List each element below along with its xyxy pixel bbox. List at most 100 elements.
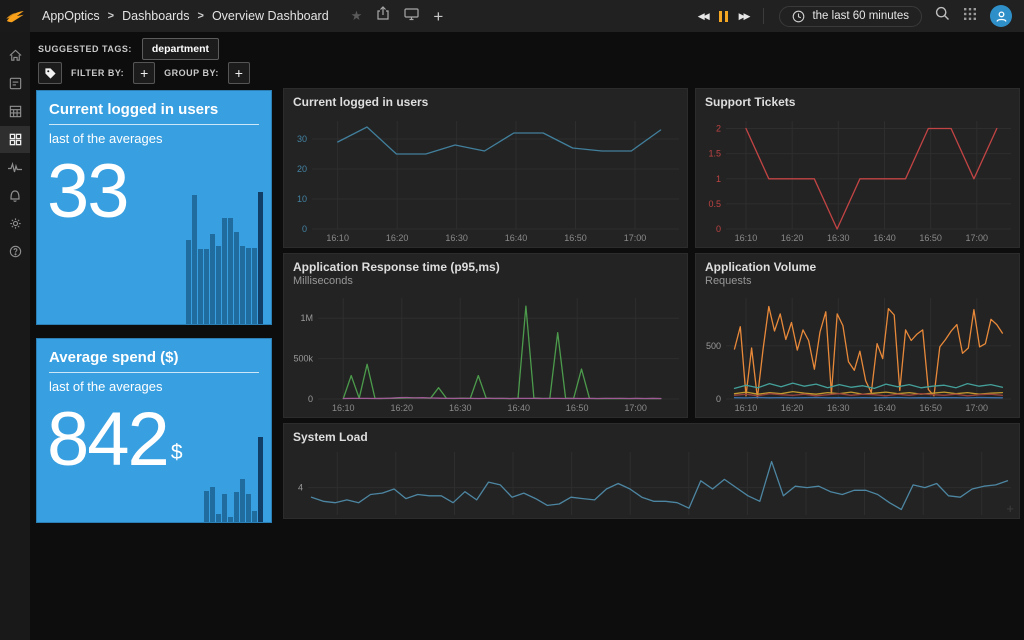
add-group-button[interactable]: + bbox=[227, 62, 250, 84]
search-icon[interactable] bbox=[935, 6, 950, 26]
tag-chip-department[interactable]: department bbox=[141, 38, 220, 60]
chart-title: Application Volume bbox=[705, 260, 817, 274]
svg-text:0: 0 bbox=[308, 394, 313, 404]
sidebar-item-dashboards[interactable] bbox=[0, 126, 30, 153]
svg-text:16:40: 16:40 bbox=[507, 403, 530, 413]
stat-tile-value: 842 $ bbox=[47, 397, 183, 482]
svg-text:16:20: 16:20 bbox=[781, 233, 804, 243]
add-chart-icon[interactable]: + bbox=[433, 8, 443, 25]
breadcrumb-separator: > bbox=[107, 10, 115, 22]
svg-text:16:50: 16:50 bbox=[919, 233, 942, 243]
time-range-label: the last 60 minutes bbox=[812, 10, 909, 22]
left-sidebar bbox=[0, 32, 30, 640]
svg-text:16:40: 16:40 bbox=[873, 233, 896, 243]
activity-pulse-icon bbox=[8, 161, 22, 172]
breadcrumb-current-page[interactable]: Overview Dashboard bbox=[212, 9, 329, 23]
stat-tile-unit: $ bbox=[170, 441, 183, 464]
sidebar-item-services[interactable] bbox=[0, 154, 30, 181]
chart-subtitle: Milliseconds bbox=[293, 275, 353, 287]
sidebar-item-metrics[interactable] bbox=[0, 98, 30, 125]
svg-text:16:10: 16:10 bbox=[326, 233, 349, 243]
svg-text:16:50: 16:50 bbox=[919, 403, 942, 413]
svg-text:17:00: 17:00 bbox=[966, 233, 989, 243]
home-icon bbox=[8, 49, 22, 61]
sidebar-item-settings[interactable] bbox=[0, 210, 30, 237]
chart-title: Application Response time (p95,ms) bbox=[293, 260, 500, 274]
svg-text:16:30: 16:30 bbox=[445, 233, 468, 243]
svg-text:16:20: 16:20 bbox=[386, 233, 409, 243]
filter-by-label: FILTER BY: bbox=[71, 68, 125, 78]
svg-text:16:50: 16:50 bbox=[564, 233, 587, 243]
svg-text:17:00: 17:00 bbox=[624, 233, 647, 243]
breadcrumb-separator: > bbox=[197, 10, 204, 22]
sidebar-item-help[interactable] bbox=[0, 238, 30, 265]
group-by-label: GROUP BY: bbox=[164, 68, 219, 78]
chart-panel-system-load: System Load 4 + bbox=[283, 423, 1020, 519]
filter-bar: FILTER BY: + GROUP BY: + bbox=[38, 62, 250, 84]
divider bbox=[763, 8, 765, 24]
svg-text:17:00: 17:00 bbox=[966, 403, 989, 413]
solarwinds-logo-icon[interactable] bbox=[0, 0, 30, 32]
stat-tile-sparkbars bbox=[204, 422, 263, 522]
svg-text:16:30: 16:30 bbox=[827, 233, 850, 243]
chart-title: Current logged in users bbox=[293, 95, 429, 109]
stat-tile-subtitle: last of the averages bbox=[49, 131, 163, 146]
chart-panel-support-tickets: Support Tickets 16:10 16:20 16:30 16:40 16:5… bbox=[695, 88, 1020, 248]
chart-title: System Load bbox=[293, 430, 368, 444]
add-filter-button[interactable]: + bbox=[133, 62, 156, 84]
svg-text:16:30: 16:30 bbox=[449, 403, 472, 413]
pause-icon[interactable] bbox=[718, 10, 728, 22]
chart-canvas[interactable]: 16:10 16:20 16:30 16:40 16:50 17:00 0 500 bbox=[696, 292, 1019, 417]
chart-panel-application-volume: Application Volume Requests 16:10 16:20 16… bbox=[695, 253, 1020, 418]
chart-panel-response-time: Application Response time (p95,ms) Milli… bbox=[283, 253, 688, 418]
svg-text:17:00: 17:00 bbox=[624, 403, 647, 413]
time-range-selector[interactable]: the last 60 minutes bbox=[779, 5, 922, 27]
bell-icon bbox=[10, 190, 20, 202]
chart-subtitle: Requests bbox=[705, 275, 752, 287]
stat-tile-average-spend[interactable]: Average spend ($) last of the averages 8… bbox=[36, 338, 272, 523]
fast-forward-icon[interactable]: ▶▶ bbox=[739, 11, 751, 22]
svg-text:16:20: 16:20 bbox=[390, 403, 413, 413]
svg-text:16:10: 16:10 bbox=[735, 403, 758, 413]
dashboard-icon bbox=[9, 133, 21, 146]
svg-text:0: 0 bbox=[302, 224, 307, 234]
svg-text:1: 1 bbox=[716, 174, 721, 184]
sidebar-item-home[interactable] bbox=[0, 42, 30, 69]
user-avatar[interactable] bbox=[990, 5, 1012, 27]
chart-canvas[interactable]: 16:10 16:20 16:30 16:40 16:50 17:00 0 500k 1M bbox=[284, 292, 687, 417]
svg-text:0: 0 bbox=[716, 224, 721, 234]
svg-text:16:40: 16:40 bbox=[873, 403, 896, 413]
sidebar-item-alerts[interactable] bbox=[0, 182, 30, 209]
person-icon bbox=[996, 10, 1006, 22]
report-icon bbox=[9, 77, 21, 90]
help-icon bbox=[9, 245, 21, 258]
display-mode-icon[interactable] bbox=[404, 7, 419, 26]
svg-text:1.5: 1.5 bbox=[708, 149, 721, 159]
tag-button[interactable] bbox=[38, 62, 62, 84]
stat-tile-sparkbars bbox=[186, 188, 263, 324]
svg-text:4: 4 bbox=[298, 483, 303, 493]
rewind-icon[interactable]: ◀◀ bbox=[698, 11, 710, 22]
stat-tile-logged-in-users[interactable]: Current logged in users last of the aver… bbox=[36, 90, 272, 325]
stat-tile-value: 33 bbox=[47, 149, 130, 234]
svg-text:1M: 1M bbox=[300, 313, 313, 323]
favorite-star-icon[interactable]: ★ bbox=[351, 8, 363, 24]
stat-tile-title: Current logged in users bbox=[49, 101, 259, 125]
chart-panel-logged-in-users: Current logged in users 16:10 16:20 16:30 1… bbox=[283, 88, 688, 248]
resize-handle-icon[interactable]: + bbox=[1006, 501, 1014, 516]
chart-title: Support Tickets bbox=[705, 95, 796, 109]
sidebar-item-reports[interactable] bbox=[0, 70, 30, 97]
svg-text:30: 30 bbox=[297, 134, 307, 144]
share-icon[interactable] bbox=[376, 6, 390, 26]
chart-canvas[interactable]: 16:10 16:20 16:30 16:40 16:50 17:00 0 10 20 30 bbox=[284, 115, 687, 247]
breadcrumb-dashboards[interactable]: Dashboards bbox=[122, 9, 189, 23]
top-navbar: AppOptics > Dashboards > Overview Dashbo… bbox=[0, 0, 1024, 32]
svg-text:500: 500 bbox=[706, 341, 721, 351]
suggested-tags-bar: SUGGESTED TAGS: department bbox=[38, 38, 220, 60]
breadcrumb-appoptics[interactable]: AppOptics bbox=[42, 9, 100, 23]
chart-canvas[interactable]: 16:10 16:20 16:30 16:40 16:50 17:00 0 0.5 1 1.5 2 bbox=[696, 115, 1019, 247]
app-grid-icon[interactable] bbox=[963, 7, 977, 26]
chart-canvas[interactable]: 4 bbox=[284, 446, 1019, 518]
app-root: AppOptics > Dashboards > Overview Dashbo… bbox=[0, 0, 1024, 640]
svg-text:16:20: 16:20 bbox=[781, 403, 804, 413]
